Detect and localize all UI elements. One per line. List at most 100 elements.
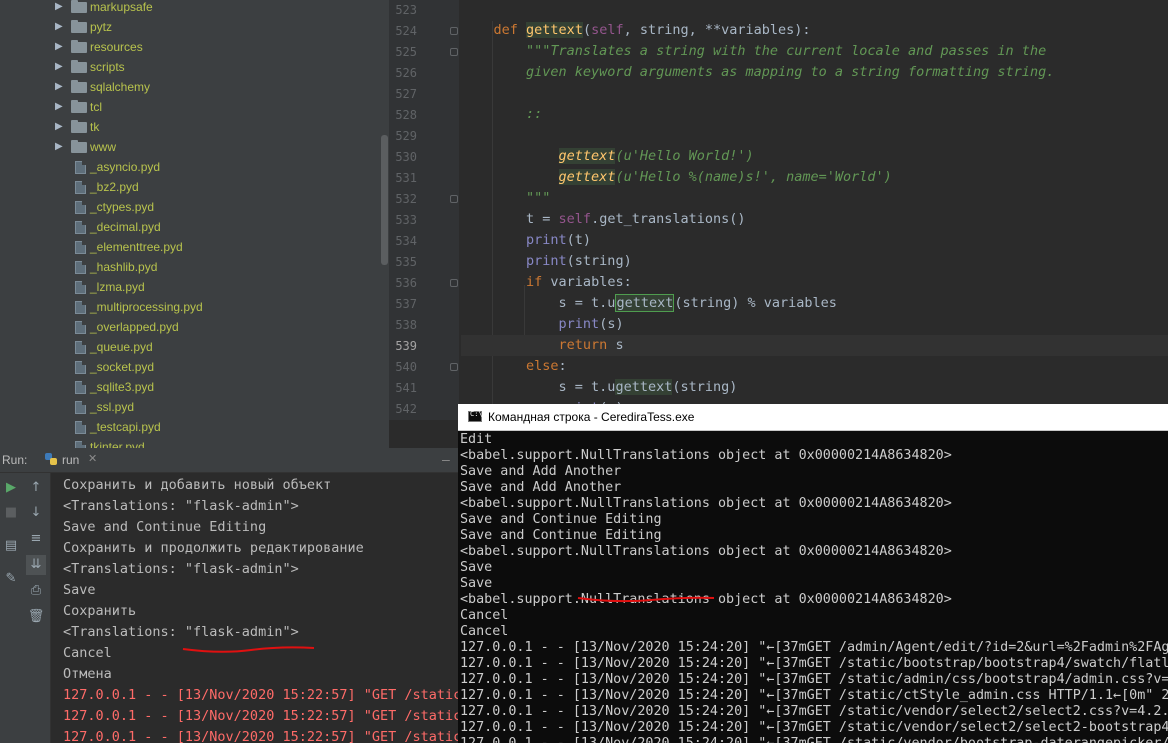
chevron-right-icon[interactable]: ▶	[55, 81, 65, 95]
cmd-output-line: Save and Add Another	[460, 480, 622, 495]
cmd-title-bar[interactable]: Командная строка - CerediraTess.exe	[458, 404, 1168, 431]
stop-icon[interactable]: ■	[1, 503, 21, 523]
code-line[interactable]: print(s) print(s)	[461, 314, 1168, 335]
minimize-icon[interactable]: –	[442, 451, 450, 467]
code-line[interactable]: gettext(u'Hello World!') gettext(u'Hello…	[461, 146, 1168, 167]
code-line[interactable]	[461, 83, 1168, 104]
code-line[interactable]: else: else:	[461, 356, 1168, 377]
code-line[interactable]: s = t.ugettext(string) % variables s = t…	[461, 293, 1168, 314]
line-number: 533	[395, 213, 417, 227]
console-line: <Translations: "flask-admin">	[63, 498, 299, 514]
cmd-output-line: Cancel	[460, 624, 509, 639]
tree-file-item[interactable]: _ctypes.pyd	[0, 198, 380, 218]
code-line[interactable]: print(string) print(string)	[461, 251, 1168, 272]
tree-file-item[interactable]: _overlapped.pyd	[0, 318, 380, 338]
tree-file-item[interactable]: _hashlib.pyd	[0, 258, 380, 278]
cmd-output-line: 127.0.0.1 - - [13/Nov/2020 15:24:20] "←[…	[460, 688, 1168, 703]
tree-item-label: _ssl.pyd	[90, 400, 135, 414]
cmd-output-line: 127.0.0.1 - - [13/Nov/2020 15:24:20] "←[…	[460, 720, 1168, 735]
code-line[interactable]: s = t.ugettext(string) s = t.ugettext(st…	[461, 377, 1168, 398]
code-editor[interactable]: 523 524 525 526 527 528 529 530 531 532 533 534 535 5…	[389, 0, 1168, 420]
tree-folder-item[interactable]: ▶ pytz	[0, 18, 380, 38]
fold-marker-icon[interactable]	[450, 27, 458, 35]
tree-folder-item[interactable]: ▶ sqlalchemy	[0, 78, 380, 98]
up-arrow-icon[interactable]: ↑	[26, 478, 46, 498]
tree-file-item[interactable]: _sqlite3.pyd	[0, 378, 380, 398]
close-tab-icon[interactable]: ✕	[88, 452, 97, 465]
tree-file-item[interactable]: _queue.pyd	[0, 338, 380, 358]
tree-file-item[interactable]: _multiprocessing.pyd	[0, 298, 380, 318]
code-line[interactable]: print(t) print(t)	[461, 230, 1168, 251]
file-icon	[75, 341, 86, 354]
project-tree-scrollbar[interactable]	[381, 135, 388, 265]
chevron-right-icon[interactable]: ▶	[55, 141, 65, 155]
tree-folder-item[interactable]: ▶ markupsafe	[0, 0, 380, 18]
code-line[interactable]: t = self.get_translations() t = self.get…	[461, 209, 1168, 230]
code-line[interactable]	[461, 125, 1168, 146]
fold-marker-icon[interactable]	[450, 279, 458, 287]
tree-file-item[interactable]: tkinter.pyd	[0, 438, 380, 448]
folder-icon	[71, 20, 87, 33]
chevron-right-icon[interactable]: ▶	[55, 121, 65, 135]
code-line[interactable]: :: ::	[461, 104, 1168, 125]
file-icon	[75, 201, 86, 214]
file-icon	[75, 361, 86, 374]
pin-icon[interactable]: ✎	[1, 569, 21, 589]
tree-file-item[interactable]: _asyncio.pyd	[0, 158, 380, 178]
run-side-toolbar: ▶ ■ ▤ ✎	[0, 473, 23, 743]
tree-file-item[interactable]: _decimal.pyd	[0, 218, 380, 238]
file-icon	[75, 281, 86, 294]
tree-folder-item[interactable]: ▶ www	[0, 138, 380, 158]
code-line[interactable]: def gettext(self, string, **variables): …	[461, 20, 1168, 41]
tree-file-item[interactable]: _elementtree.pyd	[0, 238, 380, 258]
line-number: 537	[395, 297, 417, 311]
cmd-output-line: Save and Continue Editing	[460, 512, 662, 527]
console-error-line: 127.0.0.1 - - [13/Nov/2020 15:22:57] "GE…	[63, 687, 458, 703]
code-line[interactable]: """Translates a string with the current …	[461, 41, 1168, 62]
chevron-right-icon[interactable]: ▶	[55, 1, 65, 15]
file-icon	[75, 381, 86, 394]
chevron-right-icon[interactable]: ▶	[55, 21, 65, 35]
trash-icon[interactable]: 🗑	[26, 607, 46, 627]
run-console-output[interactable]: Сохранить и добавить новый объект <Transl…	[51, 473, 458, 743]
run-config-tab[interactable]: run	[62, 453, 79, 467]
code-line-current[interactable]: return s return s	[461, 335, 1168, 356]
print-icon[interactable]: ⎙	[26, 581, 46, 601]
cmd-output-line: Save and Continue Editing	[460, 528, 662, 543]
tree-file-item[interactable]: _bz2.pyd	[0, 178, 380, 198]
command-prompt-window[interactable]: Командная строка - CerediraTess.exe Edit…	[458, 404, 1168, 743]
tree-folder-item[interactable]: ▶ tk	[0, 118, 380, 138]
rerun-icon[interactable]: ▶	[1, 478, 21, 498]
tree-item-label: sqlalchemy	[90, 80, 151, 94]
tree-folder-item[interactable]: ▶ scripts	[0, 58, 380, 78]
chevron-right-icon[interactable]: ▶	[55, 101, 65, 115]
fold-marker-icon[interactable]	[450, 195, 458, 203]
code-line[interactable]	[461, 0, 1168, 20]
code-line[interactable]: gettext(u'Hello %(name)s!', name='World'…	[461, 167, 1168, 188]
chevron-right-icon[interactable]: ▶	[55, 41, 65, 55]
tree-file-item[interactable]: _lzma.pyd	[0, 278, 380, 298]
folder-icon	[71, 140, 87, 153]
console-line: Save	[63, 582, 96, 598]
fold-marker-icon[interactable]	[450, 48, 458, 56]
code-line[interactable]: """ """	[461, 188, 1168, 209]
tree-file-item[interactable]: _testcapi.pyd	[0, 418, 380, 438]
tree-file-item[interactable]: _socket.pyd	[0, 358, 380, 378]
layout-icon[interactable]: ▤	[1, 536, 21, 556]
tree-folder-item[interactable]: ▶ tcl	[0, 98, 380, 118]
chevron-right-icon[interactable]: ▶	[55, 61, 65, 75]
soft-wrap-icon[interactable]: ≡	[26, 529, 46, 549]
code-line[interactable]: if variables: if variables:	[461, 272, 1168, 293]
tree-item-label: _queue.pyd	[90, 340, 153, 354]
scroll-to-end-icon[interactable]: ⇊	[26, 555, 46, 575]
fold-marker-icon[interactable]	[450, 363, 458, 371]
down-arrow-icon[interactable]: ↓	[26, 503, 46, 523]
tree-item-label: www	[90, 140, 116, 154]
code-line[interactable]: given keyword arguments as mapping to a …	[461, 62, 1168, 83]
tree-file-item[interactable]: _ssl.pyd	[0, 398, 380, 418]
console-line: Отмена	[63, 666, 112, 682]
run-toolbar: Run: run ✕ –	[0, 448, 458, 473]
tree-item-label: markupsafe	[90, 0, 153, 14]
console-line: <Translations: "flask-admin">	[63, 561, 299, 577]
tree-folder-item[interactable]: ▶ resources	[0, 38, 380, 58]
